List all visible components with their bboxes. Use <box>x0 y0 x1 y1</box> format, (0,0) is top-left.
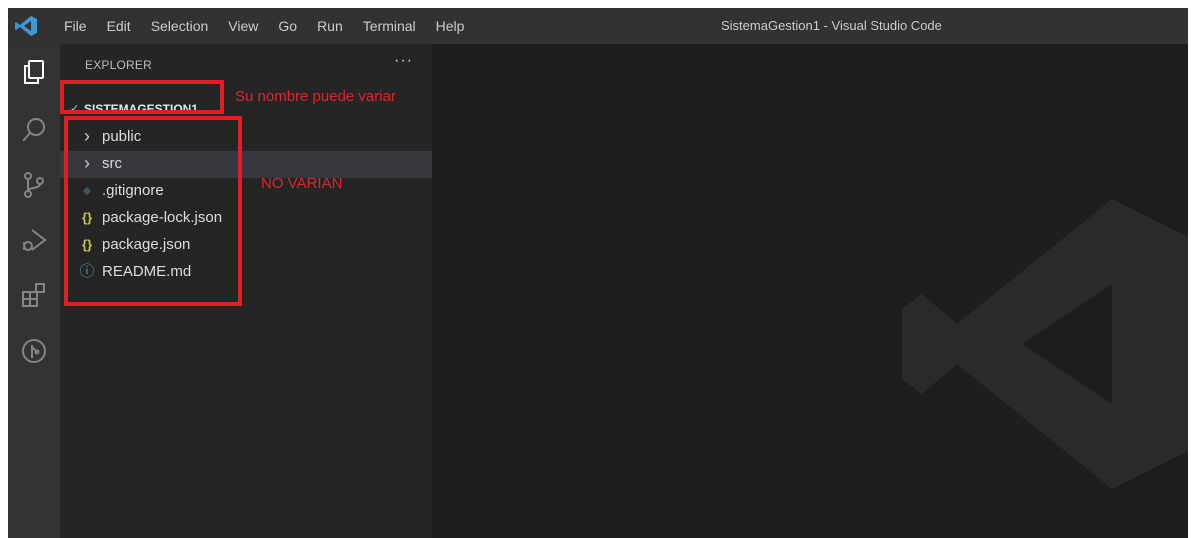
menu-bar: File Edit Selection View Go Run Terminal… <box>54 8 474 44</box>
menu-go[interactable]: Go <box>268 8 307 44</box>
menu-view[interactable]: View <box>218 8 268 44</box>
extensions-icon[interactable] <box>8 271 60 319</box>
vscode-logo-icon <box>15 16 37 36</box>
activity-bar <box>8 44 60 538</box>
annotation-box-files <box>64 116 242 306</box>
title-bar: File Edit Selection View Go Run Terminal… <box>8 8 1188 44</box>
vscode-watermark-icon <box>902 199 1188 489</box>
annotation-fixed-note: NO VARIAN <box>261 175 343 192</box>
menu-edit[interactable]: Edit <box>97 8 141 44</box>
more-actions-icon[interactable]: ··· <box>394 52 413 70</box>
explorer-icon[interactable] <box>8 48 60 96</box>
menu-run[interactable]: Run <box>307 8 353 44</box>
annotation-box-root <box>60 80 224 114</box>
run-debug-icon[interactable] <box>8 216 60 264</box>
menu-help[interactable]: Help <box>426 8 475 44</box>
source-control-icon[interactable] <box>8 161 60 209</box>
window-title: SistemaGestion1 - Visual Studio Code <box>721 18 942 33</box>
menu-terminal[interactable]: Terminal <box>353 8 426 44</box>
vscode-window: File Edit Selection View Go Run Terminal… <box>8 8 1188 538</box>
editor-area[interactable] <box>432 44 1188 538</box>
explorer-title: EXPLORER <box>85 58 152 72</box>
annotation-name-note: Su nombre puede variar <box>235 88 396 105</box>
git-graph-icon[interactable] <box>8 327 60 375</box>
menu-selection[interactable]: Selection <box>141 8 219 44</box>
menu-file[interactable]: File <box>54 8 97 44</box>
search-icon[interactable] <box>8 106 60 154</box>
